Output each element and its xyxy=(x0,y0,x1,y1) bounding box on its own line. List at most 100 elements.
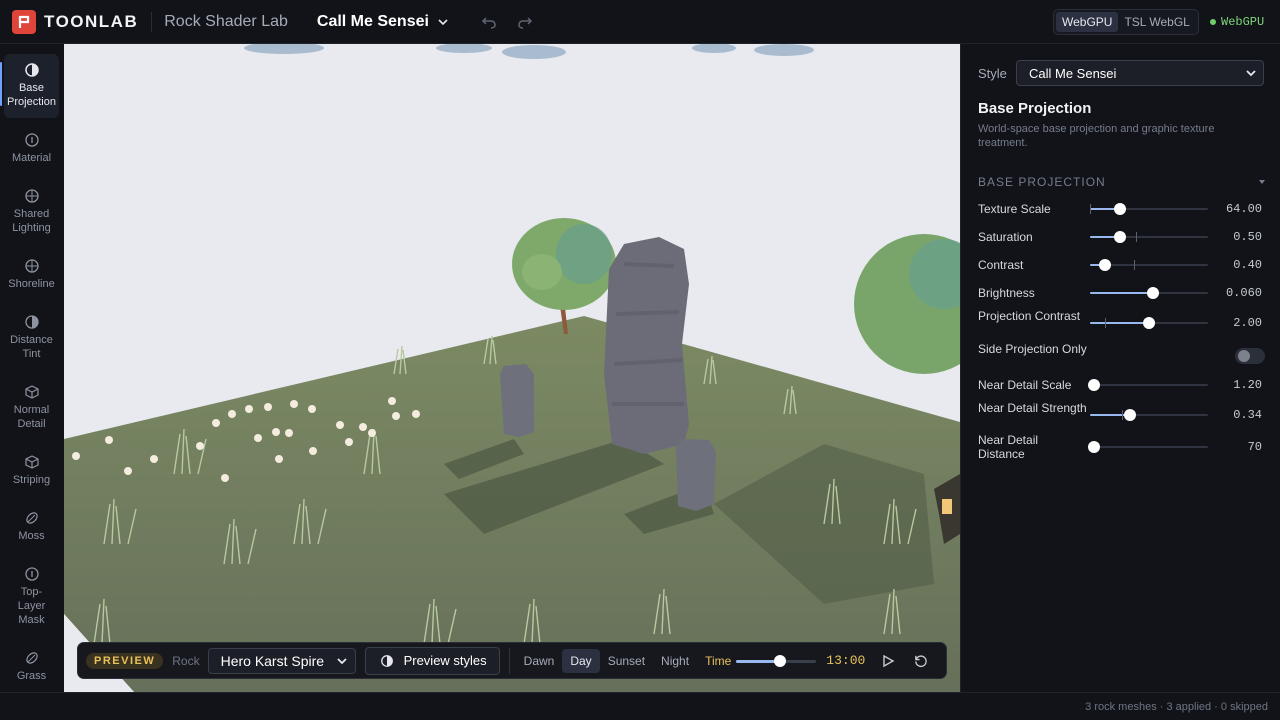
section-description: World-space base projection and graphic … xyxy=(978,123,1215,149)
param-slider[interactable] xyxy=(1090,315,1208,331)
rock-select[interactable]: Hero Karst Spire xyxy=(207,647,356,674)
param-slider[interactable] xyxy=(1090,285,1208,301)
param-value: 1.20 xyxy=(1233,378,1262,392)
style-row: Style Call Me Sensei xyxy=(978,60,1264,86)
slider-knob[interactable] xyxy=(774,654,787,667)
chevron-down-icon xyxy=(438,18,448,25)
sidebar-item-label: Moss xyxy=(18,530,45,542)
param-label: Brightness xyxy=(978,286,1035,300)
backend-webgpu-button[interactable]: WebGPU xyxy=(1056,12,1119,32)
status-dot-icon xyxy=(1210,19,1216,25)
preview-styles-button[interactable]: Preview styles xyxy=(364,646,500,675)
slider-knob[interactable] xyxy=(1088,379,1100,391)
style-select-value: Call Me Sensei xyxy=(1029,65,1117,81)
param-slider[interactable] xyxy=(1088,377,1208,393)
cube-icon xyxy=(24,385,39,399)
slider-knob[interactable] xyxy=(1114,231,1126,243)
param-label: Side Projection Only xyxy=(978,342,1087,356)
sidebar-item-striping[interactable]: Striping xyxy=(4,446,59,496)
group-header[interactable]: BASE PROJECTION xyxy=(978,175,1265,189)
tod-dawn-button[interactable]: Dawn xyxy=(516,649,563,673)
slider-knob[interactable] xyxy=(1124,409,1136,421)
param-row: Side Projection Only xyxy=(978,342,1265,372)
rock-select-value: Hero Karst Spire xyxy=(220,652,325,669)
play-icon[interactable] xyxy=(881,654,895,668)
group-title: BASE PROJECTION xyxy=(978,175,1106,189)
param-slider[interactable] xyxy=(1088,439,1208,455)
preview-styles-label: Preview styles xyxy=(403,653,487,668)
param-value: 0.50 xyxy=(1233,230,1262,244)
undo-icon[interactable] xyxy=(481,14,497,30)
param-slider[interactable] xyxy=(1090,257,1208,273)
param-label: Near Detail Strength xyxy=(978,401,1087,415)
time-of-day-group: Dawn Day Sunset Night xyxy=(516,648,697,674)
style-label: Style xyxy=(978,65,1007,81)
leaf-icon xyxy=(25,512,38,524)
crosshair-icon xyxy=(24,259,39,273)
backend-status-label: WebGPU xyxy=(1221,15,1265,29)
sidebar-item-shared-lighting[interactable]: Shared Lighting xyxy=(4,180,59,242)
param-slider[interactable] xyxy=(1090,201,1208,217)
sidebar-item-label: Distance Tint xyxy=(10,334,53,360)
sidebar-item-base-projection[interactable]: Base Projection xyxy=(4,54,59,118)
half-circle-icon xyxy=(24,315,39,329)
param-slider[interactable] xyxy=(1090,229,1208,245)
3d-viewport[interactable] xyxy=(64,44,960,692)
default-tick xyxy=(1122,410,1123,420)
param-label: Texture Scale xyxy=(978,202,1051,216)
sidebar-item-moss[interactable]: Moss xyxy=(4,502,59,552)
param-slider[interactable] xyxy=(1090,407,1208,423)
slider-track xyxy=(1090,384,1208,386)
active-indicator xyxy=(0,62,2,106)
slider-knob[interactable] xyxy=(1099,259,1111,271)
slider-knob[interactable] xyxy=(1147,287,1159,299)
chevron-down-icon xyxy=(336,657,347,664)
toonlab-logo-icon xyxy=(12,9,36,34)
param-label: Near Detail Scale xyxy=(978,378,1072,392)
sidebar-item-material[interactable]: Material xyxy=(4,124,59,174)
slider-knob[interactable] xyxy=(1143,317,1155,329)
tod-sunset-button[interactable]: Sunset xyxy=(600,649,653,673)
tod-day-button[interactable]: Day xyxy=(562,648,600,673)
style-select[interactable]: Call Me Sensei xyxy=(1016,60,1264,86)
sidebar-item-label: Top-Layer Mask xyxy=(17,586,46,626)
slider-knob[interactable] xyxy=(1114,203,1126,215)
param-value: 0.40 xyxy=(1233,258,1262,272)
sidebar-item-grass[interactable]: Grass xyxy=(4,642,59,690)
tod-night-button[interactable]: Night xyxy=(653,649,697,673)
toggle-knob xyxy=(1238,350,1250,362)
param-value: 2.00 xyxy=(1233,316,1262,330)
param-label: Contrast xyxy=(978,258,1024,272)
slider-knob[interactable] xyxy=(1088,441,1100,453)
crosshair-icon xyxy=(24,189,39,203)
sidebar-item-label: Grass xyxy=(16,670,47,682)
param-label: Projection Contrast xyxy=(978,309,1081,323)
properties-panel: Style Call Me Sensei Base Projection Wor… xyxy=(960,44,1280,692)
param-value: 0.34 xyxy=(1233,408,1262,422)
reset-icon[interactable] xyxy=(913,653,928,668)
sidebar-item-normal-detail[interactable]: Normal Detail xyxy=(4,376,59,438)
caret-down-icon xyxy=(1259,180,1265,184)
default-tick xyxy=(1105,318,1106,328)
time-slider[interactable] xyxy=(736,653,817,669)
param-row: Texture Scale 64.00 xyxy=(978,202,1265,232)
param-row: Projection Contrast 2.00 xyxy=(978,309,1265,339)
redo-icon[interactable] xyxy=(517,14,533,30)
sidebar-item-top-layer-mask[interactable]: Top-Layer Mask xyxy=(4,558,59,634)
preset-select[interactable]: Call Me Sensei xyxy=(317,13,449,31)
slider-fill xyxy=(1090,292,1153,294)
sidebar-item-label: Base Projection xyxy=(7,82,56,108)
half-circle-icon xyxy=(380,654,393,667)
preview-toolbar: PREVIEW Rock Hero Karst Spire Preview st… xyxy=(77,642,947,679)
logo: TOONLAB xyxy=(12,9,138,34)
param-label: Saturation xyxy=(978,230,1033,244)
param-value: 64.00 xyxy=(1225,202,1262,216)
small-rock xyxy=(500,364,534,437)
backend-webgl-button[interactable]: TSL WebGL xyxy=(1118,12,1195,32)
sidebar-item-shoreline[interactable]: Shoreline xyxy=(4,250,59,300)
sidebar-item-distance-tint[interactable]: Distance Tint xyxy=(4,306,59,368)
sidebar: Base Projection Material Shared Lighting… xyxy=(0,44,64,692)
chevron-down-icon xyxy=(1246,70,1256,77)
hero-rock xyxy=(604,237,689,454)
side-projection-toggle[interactable] xyxy=(1235,348,1265,364)
